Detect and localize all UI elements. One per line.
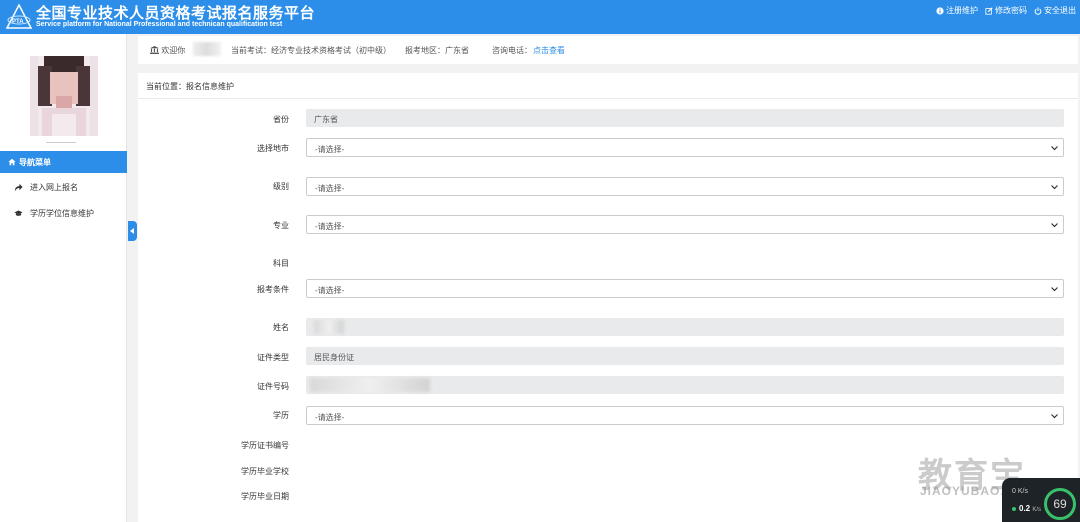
sidebar: 导航菜单 进入网上报名 学历学位信息维护 bbox=[0, 34, 127, 522]
avatar-divider bbox=[46, 142, 76, 143]
condition-label: 报考条件 bbox=[257, 285, 289, 294]
city-select-value: -请选择- bbox=[315, 145, 345, 154]
change-password-link[interactable]: 修改密码 bbox=[985, 5, 1027, 16]
power-icon bbox=[1034, 6, 1042, 15]
pta-logo-icon: PTA bbox=[6, 4, 32, 29]
register-maintain-label: 注册维护 bbox=[946, 6, 978, 15]
sidebar-item-online-registration[interactable]: 进入网上报名 bbox=[0, 176, 127, 198]
province-label: 省份 bbox=[273, 115, 289, 124]
change-password-label: 修改密码 bbox=[995, 6, 1027, 15]
chevron-down-icon bbox=[1051, 414, 1058, 419]
logout-link[interactable]: 安全退出 bbox=[1034, 5, 1076, 16]
province-field: 广东省 bbox=[306, 109, 1064, 127]
platform-subtitle: Service platform for National Profession… bbox=[36, 21, 283, 28]
id-type-field: 居民身份证 bbox=[306, 347, 1064, 365]
welcome-text: 欢迎你 bbox=[150, 45, 185, 56]
breadcrumb: 当前位置：报名信息维护 bbox=[138, 73, 1078, 99]
register-maintain-link[interactable]: 注册维护 bbox=[936, 5, 978, 16]
avatar bbox=[30, 56, 98, 136]
exam-region: 报考地区：广东省 bbox=[405, 46, 469, 55]
info-icon bbox=[936, 6, 944, 15]
sidebar-item-label: 进入网上报名 bbox=[30, 182, 78, 192]
network-speed-widget: 0 K/s 0.2 K/s 69 bbox=[1002, 478, 1080, 522]
edit-icon bbox=[985, 6, 993, 15]
id-type-label: 证件类型 bbox=[257, 353, 289, 362]
top-header: PTA 全国专业技术人员资格考试报名服务平台 Service platform … bbox=[0, 0, 1080, 34]
cpu-gauge: 69 bbox=[1044, 488, 1076, 520]
condition-select-value: -请选择- bbox=[315, 286, 345, 295]
view-phone-link[interactable]: 点击查看 bbox=[533, 45, 565, 56]
download-speed: 0.2 K/s bbox=[1012, 504, 1041, 513]
upload-speed: 0 K/s bbox=[1012, 488, 1028, 495]
education-select[interactable]: -请选择- bbox=[306, 406, 1064, 425]
level-select-value: -请选择- bbox=[315, 184, 345, 193]
major-select[interactable]: -请选择- bbox=[306, 215, 1064, 234]
education-label: 学历 bbox=[273, 411, 289, 420]
edu-cert-label: 学历证书编号 bbox=[241, 441, 289, 450]
current-exam: 当前考试：经济专业技术资格考试（初中级） bbox=[231, 46, 391, 55]
name-label: 姓名 bbox=[273, 323, 289, 332]
platform-title: 全国专业技术人员资格考试报名服务平台 bbox=[36, 5, 316, 22]
chevron-down-icon bbox=[1051, 185, 1058, 190]
school-label: 学历毕业学校 bbox=[241, 467, 289, 476]
major-select-value: -请选择- bbox=[315, 222, 345, 231]
id-number-label: 证件号码 bbox=[257, 382, 289, 391]
name-field bbox=[306, 318, 1064, 336]
sidebar-item-education-info[interactable]: 学历学位信息维护 bbox=[0, 202, 127, 224]
home-icon bbox=[8, 158, 16, 166]
sidebar-item-label: 学历学位信息维护 bbox=[30, 208, 94, 218]
city-select[interactable]: -请选择- bbox=[306, 138, 1064, 157]
grad-date-label: 学历毕业日期 bbox=[241, 492, 289, 501]
consult-phone: 咨询电话： bbox=[492, 46, 532, 55]
user-info-bar: 欢迎你 当前考试：经济专业技术资格考试（初中级） 报考地区：广东省 咨询电话： … bbox=[138, 36, 1078, 64]
subject-label: 科目 bbox=[273, 259, 289, 268]
graduation-cap-icon bbox=[14, 210, 23, 216]
logout-label: 安全退出 bbox=[1044, 6, 1076, 15]
share-arrow-icon bbox=[14, 183, 23, 191]
nav-menu-label: 导航菜单 bbox=[19, 157, 51, 167]
id-number-field bbox=[306, 376, 1064, 394]
condition-select[interactable]: -请选择- bbox=[306, 279, 1064, 298]
bank-icon bbox=[150, 46, 159, 54]
id-number-redacted bbox=[310, 378, 430, 392]
chevron-down-icon bbox=[1051, 223, 1058, 228]
username-redacted bbox=[193, 42, 221, 56]
sidebar-collapse-toggle[interactable] bbox=[128, 221, 137, 241]
svg-text:PTA: PTA bbox=[12, 19, 24, 25]
major-label: 专业 bbox=[273, 221, 289, 230]
chevron-left-icon bbox=[130, 228, 134, 234]
nav-menu-header: 导航菜单 bbox=[0, 151, 127, 173]
education-select-value: -请选择- bbox=[315, 413, 345, 422]
level-label: 级别 bbox=[273, 182, 289, 191]
chevron-down-icon bbox=[1051, 146, 1058, 151]
city-label: 选择地市 bbox=[257, 144, 289, 153]
name-redacted bbox=[314, 320, 344, 334]
chevron-down-icon bbox=[1051, 287, 1058, 292]
level-select[interactable]: -请选择- bbox=[306, 177, 1064, 196]
